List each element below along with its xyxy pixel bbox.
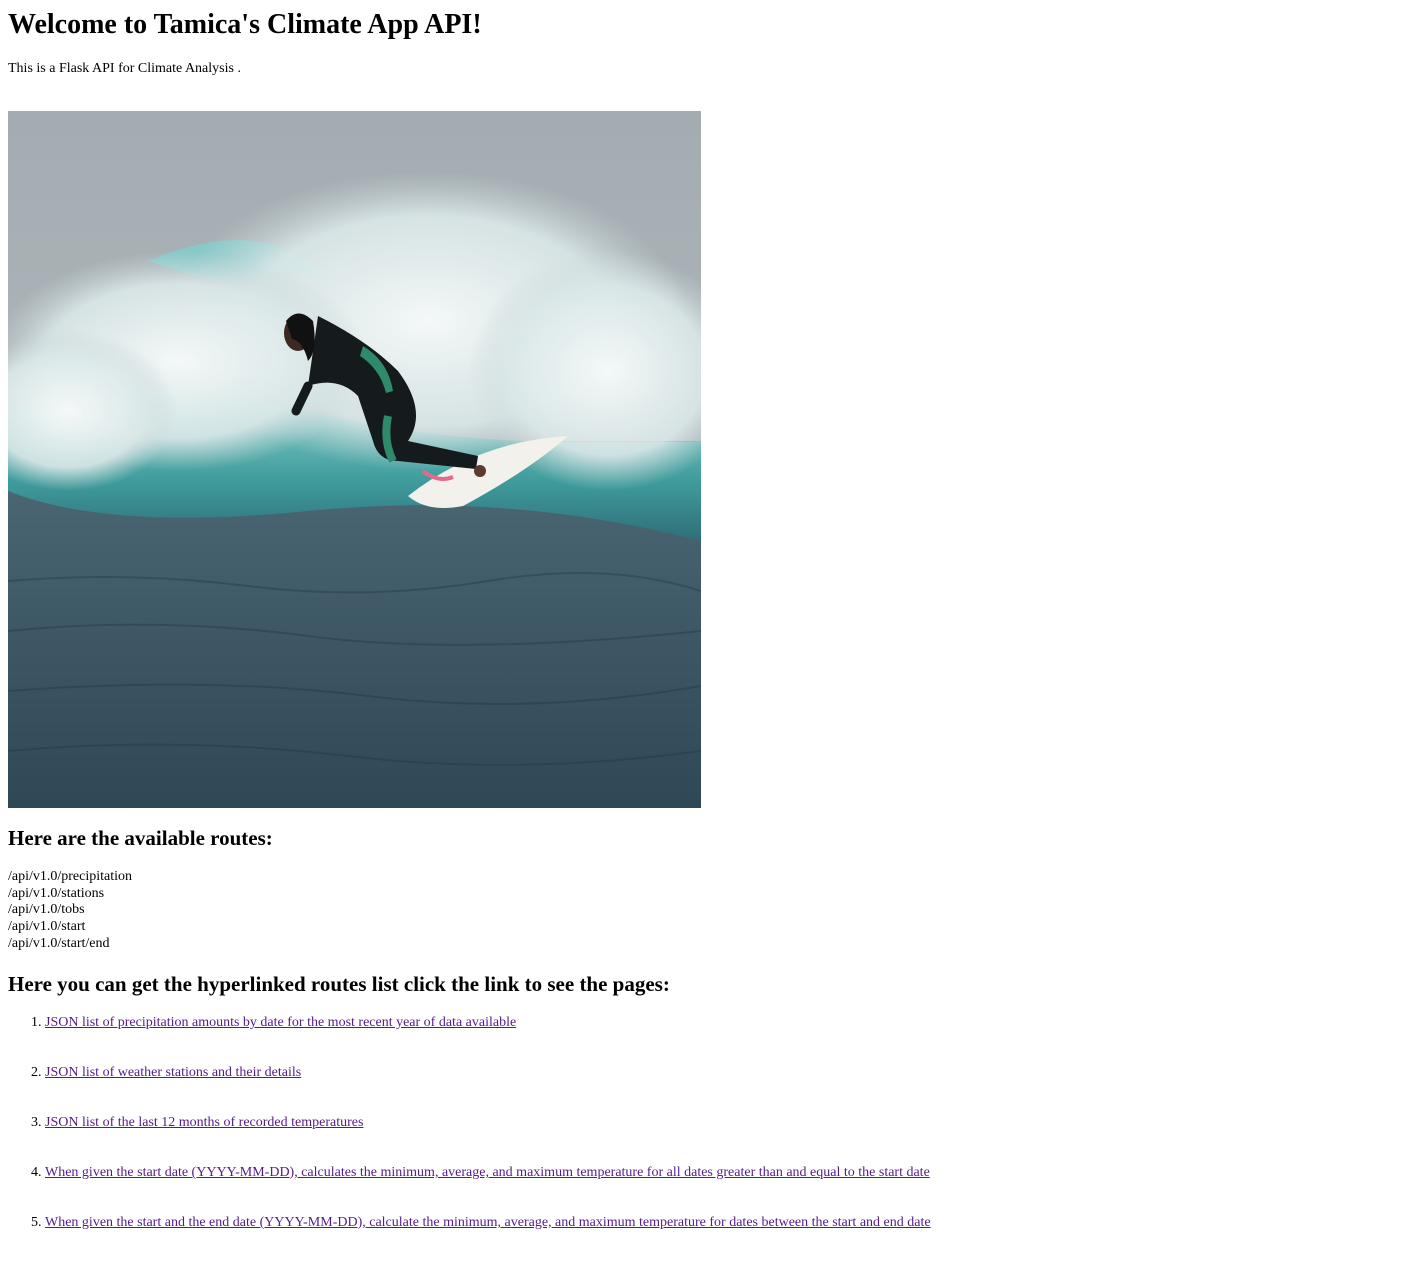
routes-list: /api/v1.0/precipitation /api/v1.0/statio… bbox=[8, 869, 132, 953]
links-heading: Here you can get the hyperlinked routes … bbox=[8, 972, 670, 996]
route-start-end: /api/v1.0/start/end bbox=[8, 935, 110, 951]
tobs-link[interactable]: JSON list of the last 12 months of recor… bbox=[45, 1115, 363, 1130]
route-precipitation: /api/v1.0/precipitation bbox=[8, 869, 133, 884]
hyperlinked-routes-list: JSON list of precipitation amounts by da… bbox=[8, 1014, 931, 1264]
page-title: Welcome to Tamica's Climate App API! bbox=[8, 9, 482, 40]
page-content: Welcome to Tamica's Climate App API! Thi… bbox=[8, 0, 1413, 1230]
start-date-link[interactable]: When given the start date (YYYY-MM-DD), … bbox=[45, 1165, 930, 1180]
list-item: JSON list of precipitation amounts by da… bbox=[45, 1014, 931, 1064]
list-item: When given the start and the end date (Y… bbox=[45, 1214, 931, 1264]
list-item: When given the start date (YYYY-MM-DD), … bbox=[45, 1164, 931, 1214]
route-start: /api/v1.0/start bbox=[8, 919, 86, 935]
route-tobs: /api/v1.0/tobs bbox=[8, 902, 85, 918]
list-item: JSON list of the last 12 months of recor… bbox=[45, 1114, 931, 1164]
surfer-photo bbox=[8, 111, 701, 808]
list-item: JSON list of weather stations and their … bbox=[45, 1064, 931, 1114]
stations-link[interactable]: JSON list of weather stations and their … bbox=[45, 1065, 301, 1080]
start-end-date-link[interactable]: When given the start and the end date (Y… bbox=[45, 1215, 931, 1230]
route-stations: /api/v1.0/stations bbox=[8, 885, 105, 901]
page-subtitle: This is a Flask API for Climate Analysis… bbox=[8, 61, 241, 76]
precipitation-link[interactable]: JSON list of precipitation amounts by da… bbox=[45, 1015, 516, 1030]
routes-heading: Here are the available routes: bbox=[8, 826, 273, 850]
